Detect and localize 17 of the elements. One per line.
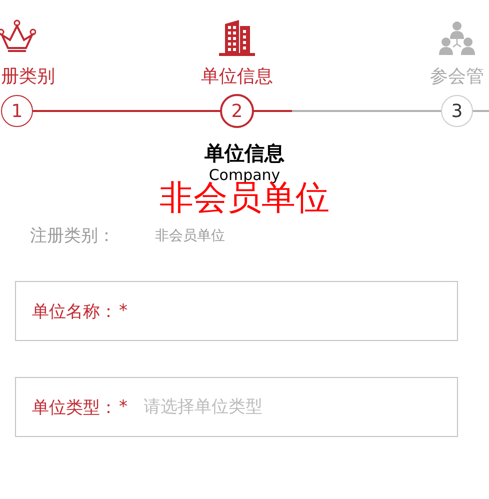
required-mark: * bbox=[119, 397, 128, 417]
field-label: 单位类型： bbox=[32, 396, 117, 418]
step-label[interactable]: 单位信息 bbox=[201, 64, 273, 90]
building-icon bbox=[217, 20, 257, 56]
step-number[interactable]: 2 bbox=[220, 94, 254, 128]
field-label: 注册类别： bbox=[30, 225, 116, 247]
input-field[interactable]: 单位类型：* 请选择单位类型 bbox=[15, 377, 458, 437]
section-title: 单位信息 bbox=[204, 140, 284, 166]
input-field[interactable]: 单位名称：* bbox=[15, 281, 458, 341]
field-value: 非会员单位 bbox=[155, 226, 225, 244]
step-label[interactable]: 册类别 bbox=[1, 64, 55, 90]
people-icon bbox=[438, 20, 476, 56]
step-number[interactable]: 1 bbox=[1, 95, 33, 127]
step-number[interactable]: 3 bbox=[441, 95, 473, 127]
input-field[interactable]: 请选择单位类型 bbox=[142, 396, 457, 418]
field-label: 单位名称： bbox=[32, 300, 117, 322]
required-mark: * bbox=[119, 301, 128, 321]
